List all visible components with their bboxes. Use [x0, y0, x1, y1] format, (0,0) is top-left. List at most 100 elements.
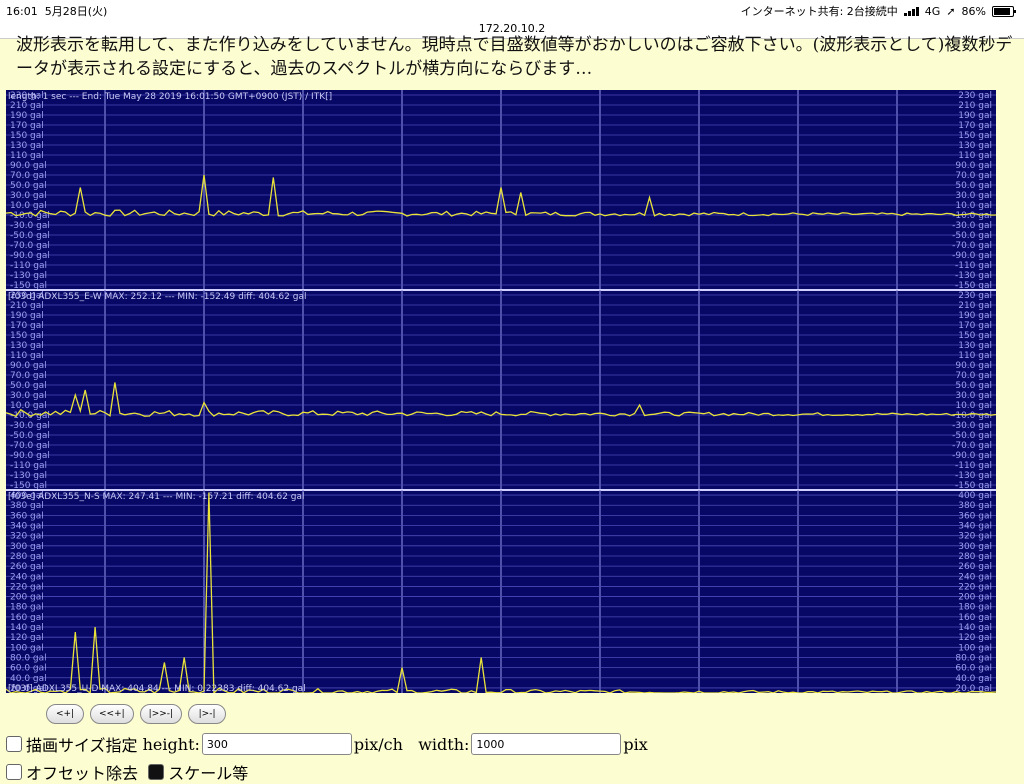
y-tick-label-right: 170 gal	[958, 121, 992, 131]
y-tick-label-right: 210 gal	[958, 101, 992, 111]
y-tick-label-right: 120 gal	[958, 633, 992, 643]
spectrum-chart: 230 gal 230 gal210 gal 210 gal190 gal 190 g…	[6, 90, 996, 693]
y-tick-label-right: -50.0 gal	[952, 431, 992, 441]
y-tick-label-right: -130 gal	[955, 271, 992, 281]
y-tick-label-left: 50.0 gal	[10, 381, 47, 391]
offset-checkbox[interactable]	[6, 764, 22, 780]
y-tick-label-left: 10.0 gal	[10, 201, 47, 211]
battery-icon	[992, 5, 1016, 17]
y-tick-label-left: 30.0 gal	[10, 191, 47, 201]
y-tick-label-left: 380 gal	[10, 501, 44, 511]
y-tick-label-left: 70.0 gal	[10, 171, 47, 181]
y-tick-label-left: 90.0 gal	[10, 161, 47, 171]
y-tick-label-left: 320 gal	[10, 532, 44, 542]
y-tick-label-left: 80.0 gal	[10, 653, 47, 663]
y-tick-label-right: 30.0 gal	[955, 391, 992, 401]
y-tick-label-left: 170 gal	[10, 321, 44, 331]
y-tick-label-right: 130 gal	[958, 141, 992, 151]
nav-prev-button[interactable]: <<+|	[90, 704, 134, 724]
y-tick-label-right: 110 gal	[958, 151, 992, 161]
panel-header: [f03d] ADXL355_E-W MAX: 252.12 --- MIN: …	[8, 292, 306, 302]
y-tick-label-right: -30.0 gal	[952, 221, 992, 231]
y-tick-label-right: -130 gal	[955, 471, 992, 481]
height-input[interactable]	[201, 733, 352, 755]
signal-icon	[903, 6, 919, 16]
y-tick-label-left: 260 gal	[10, 562, 44, 572]
size-label: 描画サイズ指定	[26, 736, 138, 755]
y-tick-label-right: 400 gal	[958, 491, 992, 501]
y-tick-label-left: 200 gal	[10, 593, 44, 603]
y-tick-label-right: 130 gal	[958, 341, 992, 351]
y-tick-label-left: 340 gal	[10, 522, 44, 532]
y-tick-label-left: -50.0 gal	[10, 231, 50, 241]
height-unit: pix/ch	[353, 734, 403, 754]
scale-checkbox[interactable]	[148, 764, 165, 780]
y-tick-label-right: -10.0 gal	[952, 211, 992, 221]
offset-label: オフセット除去	[26, 764, 139, 783]
y-tick-label-right: -110 gal	[955, 261, 992, 271]
y-tick-label-right: -70.0 gal	[952, 241, 992, 251]
y-tick-label-left: -90.0 gal	[10, 451, 50, 461]
intro-text: 波形表示を転用して、また作り込みをしていません。現時点で目盛数値等がおかしいのは…	[16, 33, 1016, 81]
y-tick-label-left: 40.0 gal	[10, 674, 47, 684]
y-tick-label-right: 50.0 gal	[955, 381, 992, 391]
y-tick-label-left: -70.0 gal	[10, 241, 50, 251]
nav-last-button[interactable]: |>-|	[188, 704, 227, 724]
status-bar: 16:01 5月28日(火) インターネット共有: 2台接続中 4G ➚ 86%	[0, 0, 1024, 20]
y-tick-label-left: 100 gal	[10, 643, 44, 653]
y-tick-label-right: 230 gal	[958, 291, 992, 301]
y-tick-label-left: -30.0 gal	[10, 221, 50, 231]
y-tick-label-right: 180 gal	[958, 603, 992, 613]
y-tick-label-right: -110 gal	[955, 461, 992, 471]
y-tick-label-right: 230 gal	[958, 91, 992, 101]
nav-buttons: <+| <<+| |>>-| |>-|	[46, 704, 227, 724]
y-tick-label-left: 150 gal	[10, 331, 44, 341]
y-tick-label-right: 50.0 gal	[955, 181, 992, 191]
y-tick-label-right: 10.0 gal	[955, 401, 992, 411]
width-input[interactable]	[471, 733, 622, 755]
width-unit: pix	[623, 734, 648, 754]
y-tick-label-left: 30.0 gal	[10, 391, 47, 401]
y-tick-label-right: -70.0 gal	[952, 441, 992, 451]
nav-next-button[interactable]: |>>-|	[139, 704, 183, 724]
y-tick-label-right: 60.0 gal	[955, 664, 992, 674]
y-tick-label-right: 340 gal	[958, 522, 992, 532]
y-tick-label-right: 190 gal	[958, 311, 992, 321]
y-tick-label-right: 170 gal	[958, 321, 992, 331]
nav-first-button[interactable]: <+|	[46, 704, 84, 724]
y-tick-label-left: -50.0 gal	[10, 431, 50, 441]
y-tick-label-right: 40.0 gal	[955, 674, 992, 684]
y-tick-label-right: 280 gal	[958, 552, 992, 562]
status-time-date: 16:01 5月28日(火)	[6, 5, 108, 18]
y-tick-label-right: 70.0 gal	[955, 371, 992, 381]
y-tick-label-right: -90.0 gal	[952, 251, 992, 261]
y-tick-label-right: 110 gal	[958, 351, 992, 361]
y-tick-label-left: 10.0 gal	[10, 401, 47, 411]
y-tick-label-left: 190 gal	[10, 111, 44, 121]
y-tick-label-left: 130 gal	[10, 141, 44, 151]
y-tick-label-left: 220 gal	[10, 582, 44, 592]
panel-footer: [f03f] ADXL355_U-D MAX: 404.84 --- MIN: …	[8, 684, 306, 693]
intro-line-1: 波形表示を転用して、また作り込みをしていません。現時点で目盛数値等がおかしいのは…	[16, 35, 1013, 55]
y-tick-label-left: -90.0 gal	[10, 251, 50, 261]
height-label: height:	[142, 734, 200, 754]
panel-header: [f03e] ADXL355_N-S MAX: 247.41 --- MIN: …	[8, 492, 305, 502]
y-tick-label-right: 320 gal	[958, 532, 992, 542]
y-tick-label-left: 110 gal	[10, 351, 44, 361]
y-tick-label-left: 170 gal	[10, 121, 44, 131]
y-tick-label-right: 140 gal	[958, 623, 992, 633]
y-tick-label-left: 210 gal	[10, 101, 44, 111]
y-tick-label-right: 300 gal	[958, 542, 992, 552]
y-tick-label-right: 100 gal	[958, 643, 992, 653]
y-tick-label-right: 220 gal	[958, 582, 992, 592]
y-tick-label-left: 210 gal	[10, 301, 44, 311]
y-tick-label-left: 280 gal	[10, 552, 44, 562]
y-tick-label-right: 70.0 gal	[955, 171, 992, 181]
y-tick-label-right: 150 gal	[958, 331, 992, 341]
size-checkbox[interactable]	[6, 736, 22, 752]
y-tick-label-right: 240 gal	[958, 572, 992, 582]
y-tick-label-left: 150 gal	[10, 131, 44, 141]
y-tick-label-right: 380 gal	[958, 501, 992, 511]
width-label: width:	[418, 734, 470, 754]
size-controls: 描画サイズ指定 height: pix/ch width: pix	[6, 732, 648, 756]
